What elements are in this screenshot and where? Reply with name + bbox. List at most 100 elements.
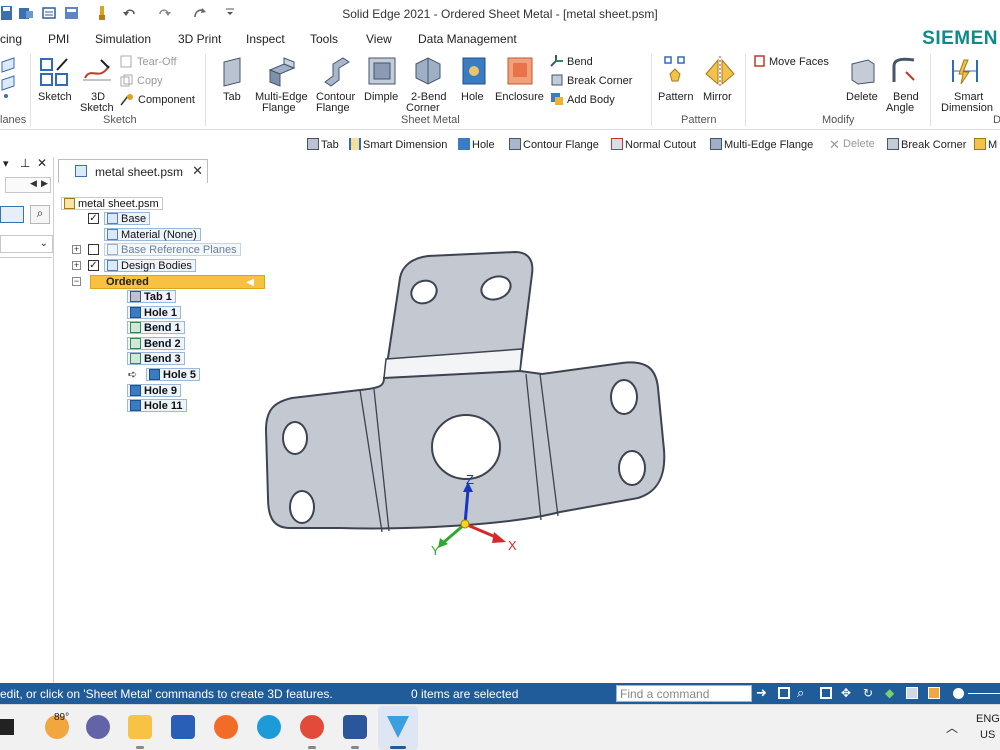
- zoom-icon[interactable]: ⌕: [797, 685, 804, 701]
- dimple-icon[interactable]: [367, 56, 397, 89]
- rotate-icon[interactable]: ↻: [863, 686, 873, 700]
- sketch-button[interactable]: Sketch: [38, 92, 72, 103]
- tab-view[interactable]: View: [366, 32, 392, 46]
- tree-feature-bend-3[interactable]: Bend 3: [127, 352, 185, 365]
- tab-simulation[interactable]: Simulation: [95, 32, 151, 46]
- cmd-contour-flange[interactable]: Contour Flange: [509, 138, 599, 151]
- hole-button[interactable]: Hole: [461, 92, 484, 103]
- base-checkbox[interactable]: ✓: [88, 213, 99, 224]
- prev-arrow-icon[interactable]: ◀: [30, 178, 37, 189]
- multi-edge-flange-icon[interactable]: [266, 56, 298, 91]
- document-tab[interactable]: metal sheet.psm ✕: [58, 159, 208, 183]
- shading-icon[interactable]: [906, 687, 918, 699]
- component-button[interactable]: Component: [138, 94, 195, 106]
- delete-icon[interactable]: [848, 56, 878, 89]
- tab-data-management[interactable]: Data Management: [418, 32, 517, 46]
- 2-bend-corner-line2[interactable]: Corner: [406, 103, 440, 114]
- close-pane-icon[interactable]: ✕: [37, 156, 47, 170]
- hole-center[interactable]: [431, 414, 501, 480]
- zoom-slider-icon[interactable]: [953, 688, 964, 699]
- move-faces-button[interactable]: Move Faces: [769, 56, 829, 68]
- search-button[interactable]: ⌕: [30, 205, 50, 224]
- bend-angle-icon[interactable]: [890, 56, 918, 89]
- cmd-tab[interactable]: Tab: [307, 138, 339, 151]
- edge-icon[interactable]: [257, 715, 281, 739]
- cmd-delete[interactable]: ✕ Delete: [829, 138, 875, 151]
- cmd-more[interactable]: M: [974, 138, 997, 151]
- hole-left-top[interactable]: [282, 421, 308, 455]
- task-view-icon[interactable]: [0, 719, 14, 735]
- cmd-normal-cutout[interactable]: Normal Cutout: [611, 138, 696, 151]
- sketch-icon[interactable]: [39, 56, 71, 91]
- tree-base-reference-planes[interactable]: Base Reference Planes: [104, 243, 241, 256]
- hole-right-bottom[interactable]: [618, 450, 646, 486]
- copy-button[interactable]: Copy: [137, 75, 163, 87]
- add-body-button[interactable]: Add Body: [567, 94, 615, 106]
- plane-icon[interactable]: [0, 56, 16, 103]
- word-icon[interactable]: [343, 715, 367, 739]
- dimple-button[interactable]: Dimple: [364, 92, 398, 103]
- tray-chevron-up-icon[interactable]: ︿: [946, 719, 958, 736]
- solid-edge-active-tile[interactable]: [378, 706, 418, 750]
- tab-pmi[interactable]: PMI: [48, 32, 69, 46]
- tab-tools[interactable]: Tools: [310, 32, 338, 46]
- ref-planes-checkbox[interactable]: [88, 244, 99, 255]
- go-arrow-icon[interactable]: ➜: [756, 685, 767, 701]
- chat-icon[interactable]: [86, 715, 110, 739]
- 2-bend-corner-icon[interactable]: [413, 56, 443, 89]
- pin-icon[interactable]: ⊥: [20, 156, 30, 170]
- tear-off-button[interactable]: Tear-Off: [137, 56, 177, 68]
- tree-feature-hole-1[interactable]: Hole 1: [127, 306, 182, 319]
- pattern-icon[interactable]: [664, 56, 690, 89]
- enclosure-icon[interactable]: [506, 56, 534, 89]
- pan-icon[interactable]: ✥: [841, 686, 851, 700]
- bend-angle-line2[interactable]: Angle: [886, 103, 914, 114]
- tab-3d-print[interactable]: 3D Print: [178, 32, 221, 46]
- view-toggle-button[interactable]: [0, 206, 24, 223]
- multi-edge-flange-line2[interactable]: Flange: [262, 103, 296, 114]
- cmd-break-corner[interactable]: Break Corner: [887, 138, 966, 151]
- smart-dimension-icon[interactable]: [950, 56, 980, 89]
- language-line1[interactable]: ENG: [976, 713, 1000, 725]
- language-line2[interactable]: US: [980, 729, 995, 741]
- cmd-smart-dimension[interactable]: Smart Dimension: [349, 138, 447, 151]
- tree-feature-hole-5[interactable]: Hole 5: [146, 368, 201, 381]
- design-bodies-checkbox[interactable]: ✓: [88, 260, 99, 271]
- close-tab-icon[interactable]: ✕: [192, 163, 203, 179]
- file-explorer-icon[interactable]: [128, 715, 152, 739]
- tree-feature-bend-2[interactable]: Bend 2: [127, 337, 185, 350]
- delete-button[interactable]: Delete: [846, 92, 878, 103]
- tab-button[interactable]: Tab: [223, 92, 241, 103]
- view-style-icon[interactable]: [928, 687, 940, 699]
- 3d-sketch-line2[interactable]: Sketch: [80, 103, 114, 114]
- design-bodies-expander[interactable]: +: [72, 261, 81, 270]
- firefox-icon[interactable]: [214, 715, 238, 739]
- contour-flange-icon[interactable]: [321, 56, 353, 91]
- hole-right-top[interactable]: [610, 379, 638, 415]
- find-command-input[interactable]: Find a command: [616, 685, 752, 702]
- zoom-slider[interactable]: [968, 693, 1000, 694]
- view-orient-icon[interactable]: ◆: [885, 686, 894, 700]
- break-corner-button[interactable]: Break Corner: [567, 75, 632, 87]
- pane-options-icon[interactable]: ▾: [3, 157, 9, 170]
- hole-left-bottom[interactable]: [289, 490, 315, 524]
- zoom-area-icon[interactable]: [778, 687, 790, 699]
- tree-material[interactable]: Material (None): [104, 228, 201, 241]
- graphics-viewport[interactable]: Z X Y: [230, 240, 690, 580]
- pattern-button[interactable]: Pattern: [658, 92, 693, 103]
- tree-feature-tab-1[interactable]: Tab 1: [127, 290, 176, 303]
- mirror-button[interactable]: Mirror: [703, 92, 732, 103]
- tree-root[interactable]: metal sheet.psm: [61, 197, 163, 210]
- tab-surfacing[interactable]: cing: [0, 32, 22, 46]
- next-arrow-icon[interactable]: ▶: [41, 178, 48, 189]
- 3d-sketch-icon[interactable]: [81, 56, 113, 91]
- mirror-icon[interactable]: [704, 56, 736, 89]
- bend-button[interactable]: Bend: [567, 56, 593, 68]
- tree-base[interactable]: Base: [104, 212, 151, 225]
- chrome-icon[interactable]: [300, 715, 324, 739]
- hole-icon[interactable]: [461, 56, 487, 89]
- tree-feature-hole-11[interactable]: Hole 11: [127, 399, 187, 412]
- filter-dropdown[interactable]: ⌄: [0, 235, 53, 253]
- cmd-hole[interactable]: Hole: [458, 138, 495, 151]
- tree-feature-bend-1[interactable]: Bend 1: [127, 321, 185, 334]
